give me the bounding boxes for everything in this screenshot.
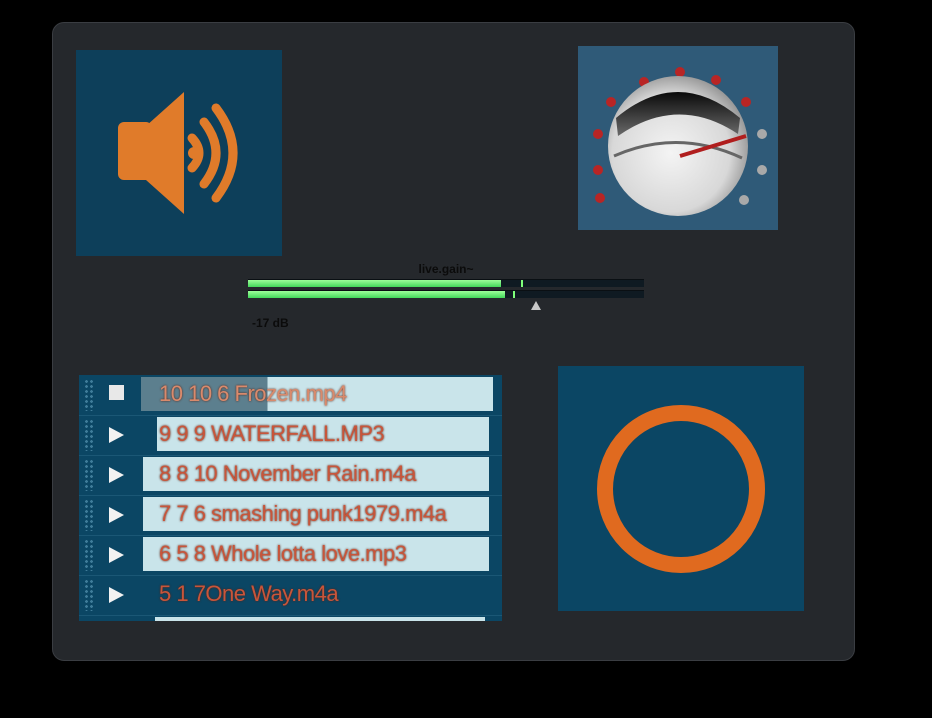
play-icon xyxy=(109,467,124,483)
playlist-item[interactable]: 7 7 6 smashing punk1979.m4a xyxy=(79,495,502,536)
drag-handle[interactable] xyxy=(84,579,94,611)
drag-handle[interactable] xyxy=(84,499,94,531)
gain-meter-right xyxy=(248,290,644,298)
playlist-item-label: 6 5 8 Whole lotta love.mp3 xyxy=(159,541,407,566)
play-icon xyxy=(109,587,124,603)
stop-button[interactable] xyxy=(107,385,127,405)
play-button[interactable] xyxy=(107,505,127,525)
drag-handle[interactable] xyxy=(84,539,94,571)
play-icon xyxy=(109,427,124,443)
play-icon xyxy=(109,507,124,523)
gain-peak-left xyxy=(521,280,523,287)
playlist-item[interactable]: 10 10 6 Frozen.mp4 xyxy=(79,375,502,416)
speaker-toggle[interactable] xyxy=(76,50,282,256)
waveform xyxy=(155,617,485,621)
playlist-item-label: 5 1 7One Way.m4a xyxy=(159,581,339,606)
playlist-item[interactable]: 8 8 10 November Rain.m4a xyxy=(79,455,502,496)
stop-icon xyxy=(109,385,124,400)
playlist-item[interactable]: 5 1 7One Way.m4a xyxy=(79,575,502,616)
ring-dial-icon xyxy=(597,405,765,573)
drag-handle[interactable] xyxy=(84,419,94,451)
gain-peak-right xyxy=(513,291,515,298)
gain-slider-handle[interactable] xyxy=(531,301,541,310)
play-button[interactable] xyxy=(107,545,127,565)
ring-dial[interactable] xyxy=(558,366,804,611)
speaker-volume-icon xyxy=(118,92,238,214)
playlist-item-label: 8 8 10 November Rain.m4a xyxy=(159,461,417,486)
play-button[interactable] xyxy=(107,425,127,445)
gain-db-readout: -17 dB xyxy=(252,316,289,330)
live-gain[interactable]: live.gain~ -17 dB xyxy=(248,260,644,340)
play-button[interactable] xyxy=(107,465,127,485)
drag-handle[interactable] xyxy=(84,379,94,411)
playlist-item-label: 9 9 9 WATERFALL.MP3 xyxy=(159,421,385,446)
playlist[interactable]: 10 10 6 Frozen.mp4 9 9 9 WATERFALL.MP3 8… xyxy=(79,375,502,621)
gain-knob[interactable] xyxy=(578,46,778,230)
playlist-item[interactable]: 6 5 8 Whole lotta love.mp3 xyxy=(79,535,502,576)
drag-handle[interactable] xyxy=(84,459,94,491)
play-icon xyxy=(109,547,124,563)
playlist-item-label: 10 10 6 Frozen.mp4 xyxy=(159,381,347,406)
playlist-item-label: 7 7 6 smashing punk1979.m4a xyxy=(159,501,447,526)
gain-title: live.gain~ xyxy=(418,262,474,276)
playlist-item[interactable]: 9 9 9 WATERFALL.MP3 xyxy=(79,415,502,456)
gain-meter-left-fill xyxy=(248,280,502,287)
rotary-knob-icon xyxy=(593,67,767,216)
play-button[interactable] xyxy=(107,585,127,605)
gain-meter-right-fill xyxy=(248,291,506,298)
gain-meter-left xyxy=(248,279,644,287)
